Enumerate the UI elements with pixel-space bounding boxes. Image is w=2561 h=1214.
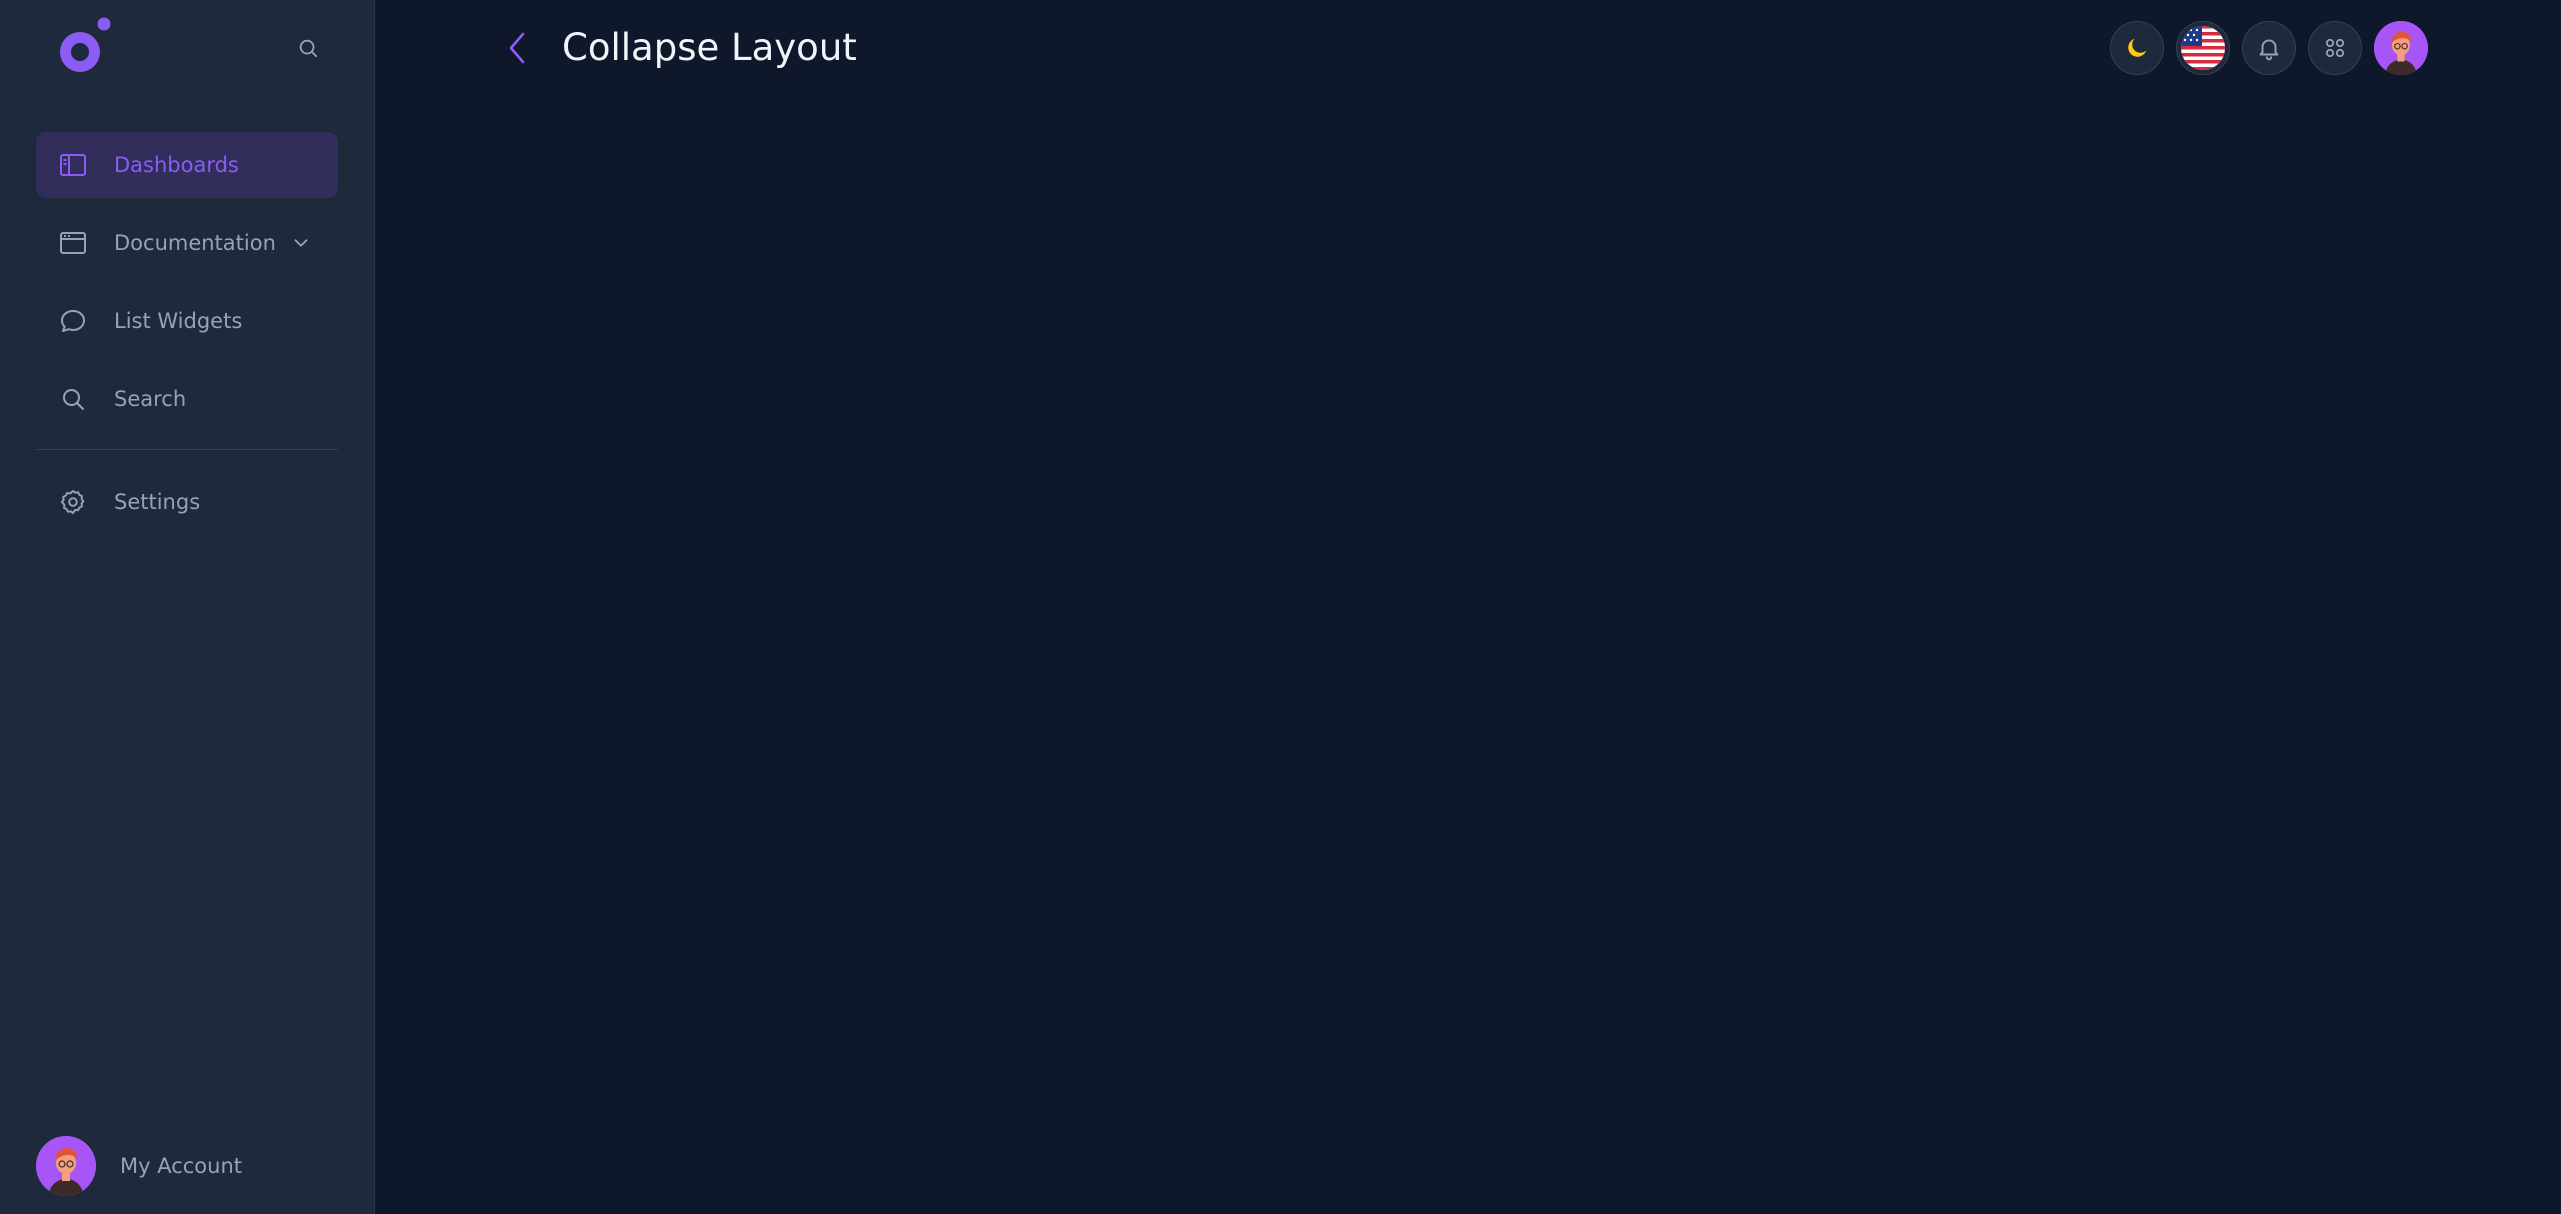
search-icon (299, 39, 318, 58)
browser-window-icon (60, 231, 86, 255)
gear-icon (60, 489, 86, 515)
app-logo[interactable] (54, 16, 114, 80)
sidebar-search-button[interactable] (290, 30, 326, 66)
us-flag-icon (2181, 26, 2225, 70)
sidebar-item-label: Search (114, 387, 187, 411)
chevron-left-icon (509, 32, 525, 64)
app-root: Dashboards Documentation List Widgets Se… (0, 0, 2561, 1214)
sidebar-nav: Dashboards Documentation List Widgets Se… (36, 132, 338, 444)
notifications-button[interactable] (2242, 21, 2296, 75)
sidebar-item-label: Dashboards (114, 153, 239, 177)
account-label: My Account (120, 1154, 243, 1178)
language-button[interactable] (2176, 21, 2230, 75)
page-title: Collapse Layout (562, 26, 857, 69)
avatar (2374, 21, 2428, 75)
chevron-down-icon[interactable] (290, 232, 312, 254)
sidebar-item-list-widgets[interactable]: List Widgets (36, 288, 338, 354)
account-menu[interactable]: My Account (36, 1136, 338, 1196)
sidebar-item-settings[interactable]: Settings (36, 469, 338, 535)
chat-bubble-icon (60, 309, 86, 333)
bell-icon (2259, 39, 2279, 61)
moon-icon (2128, 38, 2147, 57)
sidebar-item-label: List Widgets (114, 309, 243, 333)
user-avatar-button[interactable] (2374, 21, 2428, 75)
search-icon (60, 387, 86, 411)
collapse-sidebar-button[interactable] (500, 28, 536, 68)
sidebar-layout-icon (60, 153, 86, 177)
sidebar-item-label: Settings (114, 490, 201, 514)
apps-button[interactable] (2308, 21, 2362, 75)
theme-toggle-button[interactable] (2110, 21, 2164, 75)
apps-grid-icon (2325, 38, 2345, 58)
sidebar-item-documentation[interactable]: Documentation (36, 210, 338, 276)
sidebar-item-dashboards[interactable]: Dashboards (36, 132, 338, 198)
sidebar-item-search[interactable]: Search (36, 366, 338, 432)
sidebar: Dashboards Documentation List Widgets Se… (0, 0, 375, 1214)
sidebar-divider (36, 449, 338, 450)
sidebar-item-label: Documentation (114, 231, 276, 255)
avatar (36, 1136, 96, 1196)
sidebar-secondary-nav: Settings (36, 469, 338, 547)
